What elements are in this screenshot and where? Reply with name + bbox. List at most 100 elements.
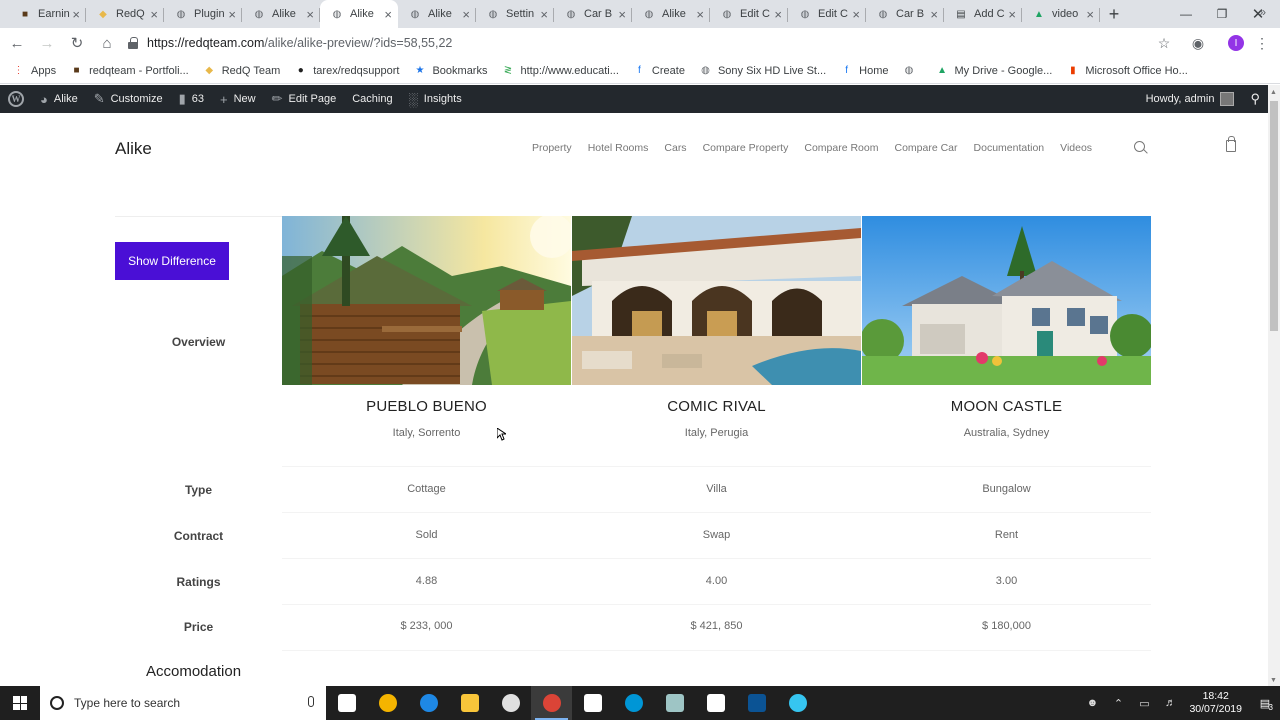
browser-tab[interactable]: ◆ RedQ × — [86, 0, 164, 28]
show-difference-button[interactable]: Show Difference — [115, 242, 229, 280]
url-text[interactable]: https://redqteam.com/alike/alike-preview… — [147, 36, 452, 50]
bookmark-item[interactable]: ◍ Sony Six HD Live St... — [699, 64, 826, 77]
scrollbar-thumb[interactable] — [1270, 101, 1278, 331]
property-photo-villa[interactable] — [572, 216, 861, 385]
taskbar-app[interactable] — [367, 686, 408, 720]
admin-customize-link[interactable]: ✎ Customize — [86, 85, 171, 113]
admin-new-link[interactable]: + New — [212, 85, 264, 113]
tab-close-icon[interactable]: × — [774, 7, 782, 22]
taskbar-app[interactable] — [777, 686, 818, 720]
nav-item[interactable]: Hotel Rooms — [588, 142, 649, 154]
bookmark-item[interactable]: ▲ My Drive - Google... — [936, 64, 1052, 77]
browser-tab[interactable]: ◍ Car B × — [866, 0, 944, 28]
tab-close-icon[interactable]: × — [696, 7, 704, 22]
bookmark-item[interactable]: ★ Bookmarks — [413, 64, 487, 77]
microphone-icon[interactable] — [308, 696, 314, 707]
tab-close-icon[interactable]: × — [618, 7, 626, 22]
taskbar-app[interactable] — [326, 686, 367, 720]
home-icon[interactable]: ⌂ — [94, 30, 120, 56]
nav-item[interactable]: Compare Car — [894, 142, 957, 154]
taskbar-search-box[interactable]: Type here to search — [40, 686, 326, 720]
maximize-button[interactable]: ❐ — [1204, 0, 1240, 28]
tab-close-icon[interactable]: × — [306, 7, 314, 22]
browser-tab[interactable]: ◍ Settin × — [476, 0, 554, 28]
reload-icon[interactable]: ↻ — [64, 30, 90, 56]
wp-logo-menu[interactable]: W — [0, 85, 32, 113]
search-icon[interactable] — [1134, 141, 1148, 155]
tab-close-icon[interactable]: × — [462, 7, 470, 22]
volume-icon[interactable]: ♬ — [1157, 697, 1183, 709]
scroll-down-arrow-icon[interactable]: ▼ — [1270, 677, 1277, 684]
browser-tab[interactable]: ◍ Car B × — [554, 0, 632, 28]
bookmark-item[interactable]: ≷ http://www.educati... — [501, 64, 619, 77]
taskbar-clock[interactable]: 18:42 30/07/2019 — [1189, 690, 1242, 716]
start-button[interactable] — [0, 686, 40, 720]
taskbar-app[interactable] — [736, 686, 777, 720]
browser-tab[interactable]: ▲ video × — [1022, 0, 1100, 28]
admin-caching-link[interactable]: Caching — [344, 85, 400, 113]
taskbar-app[interactable] — [654, 686, 695, 720]
property-name[interactable]: COMIC RIVAL — [572, 398, 861, 415]
bookmark-item[interactable]: ◍ — [903, 64, 922, 77]
scroll-up-arrow-icon[interactable]: ▲ — [1270, 89, 1277, 96]
browser-tab[interactable]: ◍ Edit C × — [710, 0, 788, 28]
browser-tab[interactable]: ◍ Alike × — [398, 0, 476, 28]
admin-insights-link[interactable]: ░ Insights — [401, 85, 470, 113]
bookmark-item[interactable]: ◆ RedQ Team — [203, 64, 280, 77]
admin-search-icon[interactable]: ⚲ — [1242, 85, 1268, 113]
tab-close-icon[interactable]: × — [852, 7, 860, 22]
tab-close-icon[interactable]: × — [228, 7, 236, 22]
browser-tab[interactable]: ◍ Alike × — [242, 0, 320, 28]
nav-item[interactable]: Compare Property — [703, 142, 789, 154]
tab-close-icon[interactable]: × — [150, 7, 158, 22]
tab-close-icon[interactable]: × — [1086, 7, 1094, 22]
admin-account-menu[interactable]: Howdy, admin — [1138, 85, 1243, 113]
show-hidden-icons-icon[interactable]: ⌃ — [1105, 697, 1131, 710]
nav-item[interactable]: Cars — [664, 142, 686, 154]
nav-item[interactable]: Documentation — [974, 142, 1045, 154]
admin-site-link[interactable]: ◕ Alike — [32, 85, 86, 113]
tab-close-icon[interactable]: × — [72, 7, 80, 22]
property-photo-bungalow[interactable] — [862, 216, 1151, 385]
page-scrollbar[interactable]: ▲ ▼ — [1268, 85, 1280, 686]
nav-item[interactable]: Property — [532, 142, 572, 154]
bookmarks-overflow-icon[interactable]: » — [1259, 5, 1266, 19]
taskbar-app[interactable] — [449, 686, 490, 720]
browser-tab[interactable]: ▤ Add C × — [944, 0, 1022, 28]
camera-extension-icon[interactable]: ◉ — [1188, 33, 1208, 53]
bookmark-item[interactable]: ⋮ Apps — [12, 64, 57, 77]
new-tab-button[interactable]: + — [1100, 0, 1128, 28]
cart-bag-icon[interactable] — [1226, 136, 1236, 152]
menu-dots-icon[interactable]: ⋮ — [1252, 33, 1272, 53]
property-name[interactable]: PUEBLO BUENO — [282, 398, 571, 415]
tab-close-icon[interactable]: × — [384, 7, 392, 22]
browser-tab[interactable]: ◍ Plugin × — [164, 0, 242, 28]
profile-avatar[interactable]: I — [1226, 33, 1246, 53]
admin-edit-page-link[interactable]: ✏ Edit Page — [264, 85, 345, 113]
forward-icon[interactable]: → — [34, 30, 60, 56]
minimize-button[interactable]: — — [1168, 0, 1204, 28]
browser-tab[interactable]: ■ Earnin × — [8, 0, 86, 28]
tab-close-icon[interactable]: × — [1008, 7, 1016, 22]
close-window-button[interactable]: ✕ — [1240, 0, 1276, 28]
taskbar-app[interactable] — [531, 686, 572, 720]
bookmark-item[interactable]: f Home — [840, 64, 888, 77]
property-name[interactable]: MOON CASTLE — [862, 398, 1151, 415]
nav-item[interactable]: Videos — [1060, 142, 1092, 154]
bookmark-item[interactable]: f Create — [633, 64, 685, 77]
browser-tab[interactable]: ◍ Alike × — [632, 0, 710, 28]
tab-close-icon[interactable]: × — [540, 7, 548, 22]
taskbar-app[interactable] — [408, 686, 449, 720]
taskbar-app[interactable] — [572, 686, 613, 720]
taskbar-app[interactable] — [613, 686, 654, 720]
browser-tab[interactable]: ◍ Edit C × — [788, 0, 866, 28]
admin-comments-link[interactable]: ▮ 63 — [171, 85, 212, 113]
bookmark-item[interactable]: ● tarex/redqsupport — [294, 64, 400, 77]
nav-item[interactable]: Compare Room — [804, 142, 878, 154]
browser-tab[interactable]: ◍ Alike × — [320, 0, 398, 28]
bookmark-item[interactable]: ▮ Microsoft Office Ho... — [1066, 64, 1188, 77]
bookmark-item[interactable]: ■ redqteam - Portfoli... — [70, 64, 189, 77]
people-icon[interactable]: ☻ — [1079, 697, 1105, 709]
taskbar-app[interactable] — [490, 686, 531, 720]
tab-close-icon[interactable]: × — [930, 7, 938, 22]
